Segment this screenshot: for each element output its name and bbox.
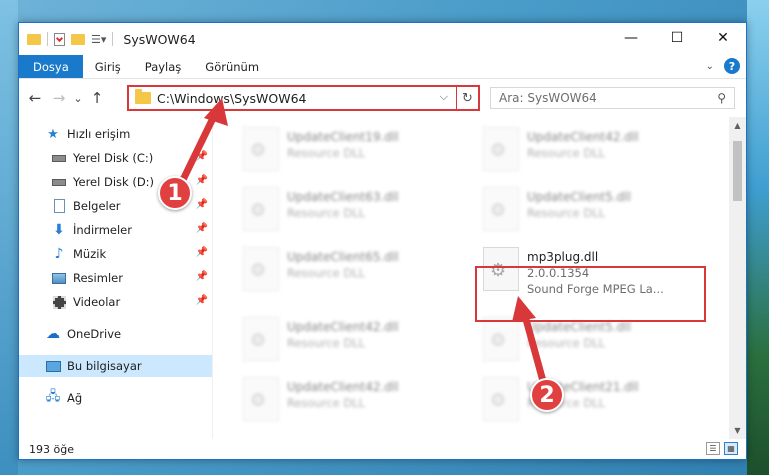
callout-1: 1 — [158, 176, 192, 210]
annotation-arrows — [174, 98, 550, 396]
arrow-2-head — [512, 296, 536, 322]
callout-2: 2 — [530, 378, 564, 412]
